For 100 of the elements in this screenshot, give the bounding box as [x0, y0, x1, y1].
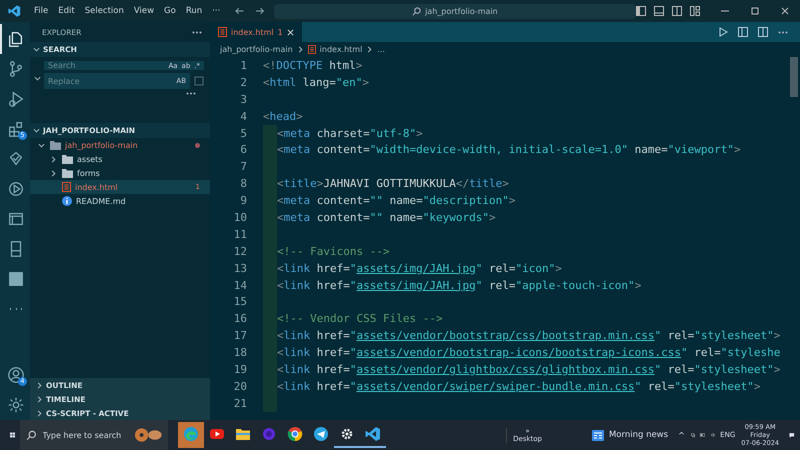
code-text: =	[343, 380, 350, 393]
code-text: =	[416, 194, 423, 208]
code-tag: link	[284, 278, 310, 292]
maximize-icon[interactable]	[750, 6, 760, 16]
more-options-icon[interactable]	[186, 92, 196, 95]
code-text: =	[343, 262, 350, 275]
line-number: 18	[232, 346, 247, 360]
replace-all-icon[interactable]	[194, 76, 204, 86]
code-punctuation: >	[356, 58, 362, 72]
code-attribute: html	[328, 58, 356, 72]
code-string: "styleshe	[720, 346, 780, 360]
hidden-icons-chevron[interactable]: ^	[678, 430, 685, 440]
html-file-icon	[218, 27, 227, 37]
menu-item[interactable]: Edit	[53, 6, 80, 16]
code-punctuation: >	[362, 76, 369, 89]
code-string: "description"	[422, 194, 509, 208]
speaker-icon[interactable]	[710, 430, 716, 440]
menu-item[interactable]: File	[29, 6, 54, 16]
code-punctuation: >	[754, 380, 761, 393]
line-number: 16	[232, 312, 247, 326]
file-name: jah_portfolio-main	[65, 140, 138, 150]
menu-item[interactable]: Go	[159, 6, 181, 16]
code-string: "	[350, 329, 356, 342]
file-tree-item[interactable]: README.md	[30, 194, 210, 208]
folder-icon	[62, 154, 73, 164]
line-number: 11	[232, 228, 247, 241]
line-number: 20	[232, 380, 247, 393]
code-link[interactable]: assets/vendor/swiper/swiper-bundle.min.css	[356, 380, 635, 393]
code-punctuation: >	[416, 126, 423, 140]
code-tag: link	[284, 262, 310, 275]
code-string: "stylesheet"	[694, 329, 774, 342]
menu-item[interactable]: ···	[207, 6, 226, 16]
close-icon[interactable]	[780, 6, 790, 16]
code-link[interactable]: assets/vendor/glightbox/css/glightbox.min.css	[356, 362, 655, 376]
code-attribute: name	[388, 210, 416, 224]
code-punctuation: <	[277, 380, 284, 393]
menu-item[interactable]: Selection	[80, 6, 129, 16]
split-editor-icon[interactable]	[758, 27, 768, 37]
code-text: =	[661, 143, 668, 156]
code-tag: link	[284, 362, 310, 376]
breadcrumb[interactable]: index.html	[320, 45, 362, 54]
panel-layout-icon[interactable]	[654, 6, 664, 16]
code-punctuation: >	[296, 110, 303, 123]
search-icon	[412, 6, 422, 16]
file-name: assets	[77, 154, 102, 164]
split-layout-icon[interactable]	[672, 6, 682, 16]
code-text: =	[688, 329, 694, 342]
code-punctuation: <	[277, 143, 284, 156]
news-widget[interactable]: Morning news	[592, 430, 668, 440]
code-tag: html	[270, 76, 296, 89]
code-punctuation: </	[456, 177, 470, 190]
preview-icon[interactable]	[738, 27, 748, 37]
more-actions-icon[interactable]	[192, 30, 202, 34]
line-number: 12	[232, 244, 247, 258]
file-tree-item[interactable]: forms	[30, 166, 210, 180]
back-arrow-icon[interactable]	[235, 7, 245, 15]
code-punctuation: <	[277, 346, 284, 360]
code-tag: title	[469, 177, 502, 190]
sidebar-layout-icon[interactable]	[636, 6, 646, 16]
code-link[interactable]: assets/vendor/bootstrap/css/bootstrap.min.css	[356, 329, 655, 342]
more-actions-icon[interactable]	[778, 30, 788, 34]
file-tree-item[interactable]: jah_portfolio-main	[30, 138, 210, 152]
customize-layout-icon[interactable]	[690, 6, 700, 16]
code-string: "en"	[336, 76, 362, 89]
line-number: 17	[232, 329, 247, 342]
taskbar-search-field[interactable]: Type here to search	[42, 430, 128, 440]
code-attribute: lang	[302, 76, 330, 89]
breadcrumb[interactable]: jah_portfolio-main	[220, 45, 293, 54]
code-punctuation: <	[277, 329, 284, 342]
donut-drawing	[134, 427, 162, 443]
breadcrumb[interactable]: ...	[377, 45, 385, 54]
code-link[interactable]: assets/vendor/bootstrap-icons/bootstrap-icons.css	[356, 346, 682, 360]
line-number: 2	[239, 76, 247, 89]
code-punctuation: <	[277, 362, 284, 376]
battery-icon[interactable]	[700, 431, 706, 439]
code-string: ""	[370, 194, 383, 208]
code-tag: meta	[284, 143, 310, 156]
account-icon	[7, 366, 25, 384]
run-icon[interactable]	[718, 27, 728, 37]
code-comment: <!-- Favicons -->	[277, 244, 390, 258]
menu-item[interactable]: View	[128, 6, 160, 16]
line-number: 19	[232, 362, 247, 376]
editor-tab[interactable]: index.html 1	[210, 22, 302, 42]
code-editor-logo-icon	[8, 4, 21, 18]
code-attribute: href	[316, 346, 344, 360]
code-link[interactable]: assets/img/JAH.jpg	[356, 262, 476, 275]
command-center[interactable]: jah_portfolio-main	[274, 4, 636, 18]
menu-item[interactable]: Run	[180, 6, 208, 16]
file-tree-item[interactable]: assets	[30, 152, 210, 166]
scrollbar-thumb[interactable]	[790, 57, 798, 97]
code-attribute: charset	[316, 126, 364, 140]
line-number: 7	[239, 160, 247, 174]
code-string: "icon"	[515, 262, 556, 275]
code-string: "	[350, 278, 356, 292]
line-number: 3	[239, 92, 247, 106]
close-tab-icon[interactable]	[286, 28, 294, 36]
code-punctuation: >	[508, 194, 516, 208]
forward-arrow-icon[interactable]	[254, 7, 264, 15]
code-tag: link	[284, 380, 310, 393]
code-link[interactable]: assets/img/JAH.jpg	[356, 278, 476, 292]
